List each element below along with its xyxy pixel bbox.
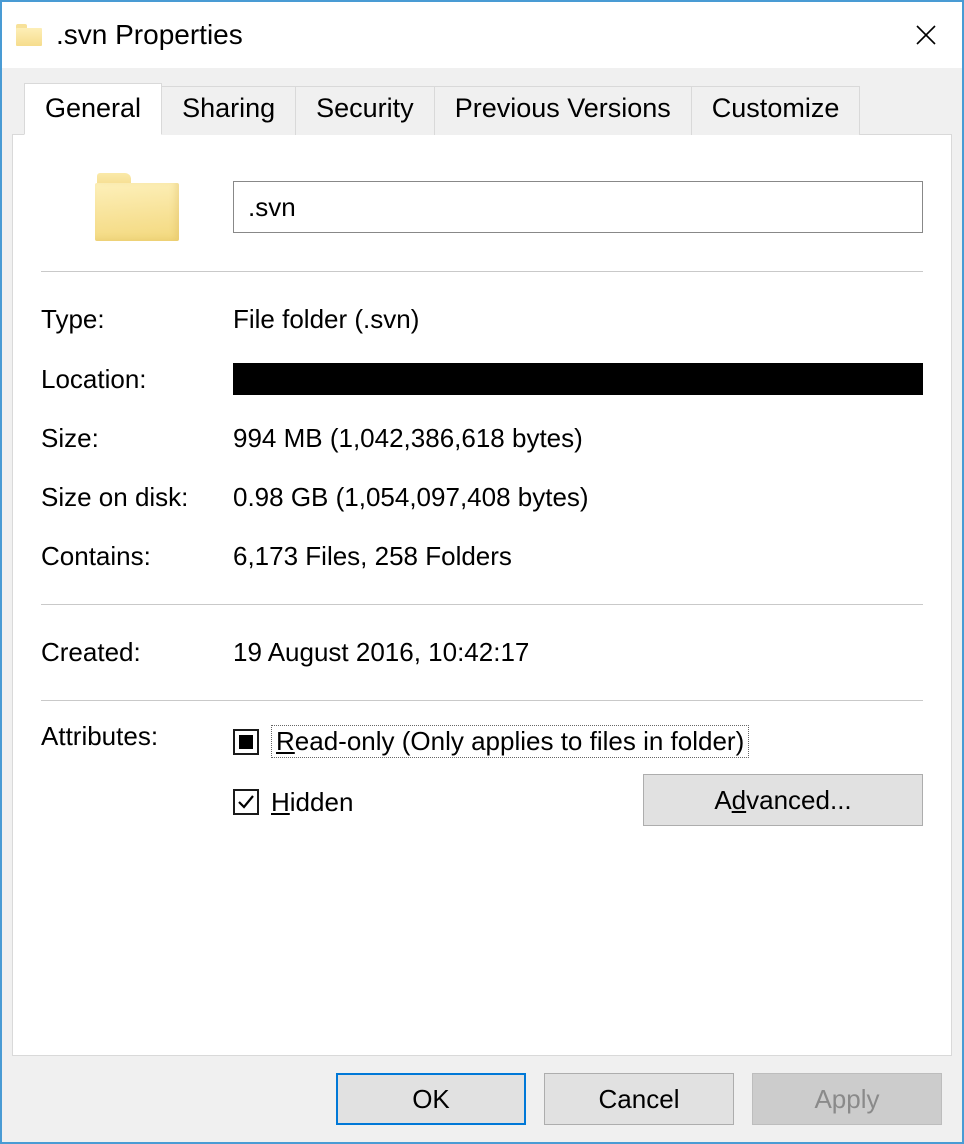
attributes-row: Attributes: Read-only (Only applies to f… — [41, 701, 923, 826]
size-on-disk-value: 0.98 GB (1,054,097,408 bytes) — [233, 482, 923, 513]
ok-button[interactable]: OK — [336, 1073, 526, 1125]
created-label: Created: — [41, 637, 233, 668]
button-bar: OK Cancel Apply — [12, 1056, 952, 1142]
readonly-checkbox[interactable] — [233, 729, 259, 755]
type-label: Type: — [41, 304, 233, 335]
close-icon — [914, 23, 938, 47]
properties-dialog: .svn Properties General Sharing Security… — [0, 0, 964, 1144]
size-value: 994 MB (1,042,386,618 bytes) — [233, 423, 923, 454]
name-row: .svn — [41, 173, 923, 241]
folder-name-input[interactable]: .svn — [233, 181, 923, 233]
tab-general[interactable]: General — [24, 83, 162, 135]
folder-icon — [16, 24, 42, 46]
general-panel: .svn Type: File folder (.svn) Location: … — [12, 134, 952, 1056]
tab-security[interactable]: Security — [296, 86, 435, 135]
advanced-button[interactable]: Advanced... — [643, 774, 923, 826]
window-title: .svn Properties — [56, 19, 896, 51]
tab-customize[interactable]: Customize — [692, 86, 861, 135]
contains-value: 6,173 Files, 258 Folders — [233, 541, 923, 572]
close-button[interactable] — [896, 11, 956, 59]
hidden-label: Hidden — [271, 787, 353, 818]
client-area: General Sharing Security Previous Versio… — [2, 68, 962, 1142]
apply-button[interactable]: Apply — [752, 1073, 942, 1125]
check-icon — [236, 792, 256, 812]
tabstrip: General Sharing Security Previous Versio… — [12, 86, 952, 135]
titlebar: .svn Properties — [2, 2, 962, 68]
size-label: Size: — [41, 423, 233, 454]
type-value: File folder (.svn) — [233, 304, 923, 335]
created-value: 19 August 2016, 10:42:17 — [233, 637, 923, 668]
tab-sharing[interactable]: Sharing — [162, 86, 296, 135]
folder-name-value: .svn — [248, 192, 296, 223]
size-on-disk-label: Size on disk: — [41, 482, 233, 513]
hidden-checkbox[interactable] — [233, 789, 259, 815]
tab-previous-versions[interactable]: Previous Versions — [435, 86, 692, 135]
attributes-label: Attributes: — [41, 721, 233, 752]
location-value-redacted — [233, 363, 923, 395]
cancel-button[interactable]: Cancel — [544, 1073, 734, 1125]
readonly-label: Read-only (Only applies to files in fold… — [271, 725, 749, 758]
advanced-label: Advanced... — [714, 785, 851, 816]
folder-icon — [95, 173, 179, 241]
contains-label: Contains: — [41, 541, 233, 572]
location-label: Location: — [41, 364, 233, 395]
